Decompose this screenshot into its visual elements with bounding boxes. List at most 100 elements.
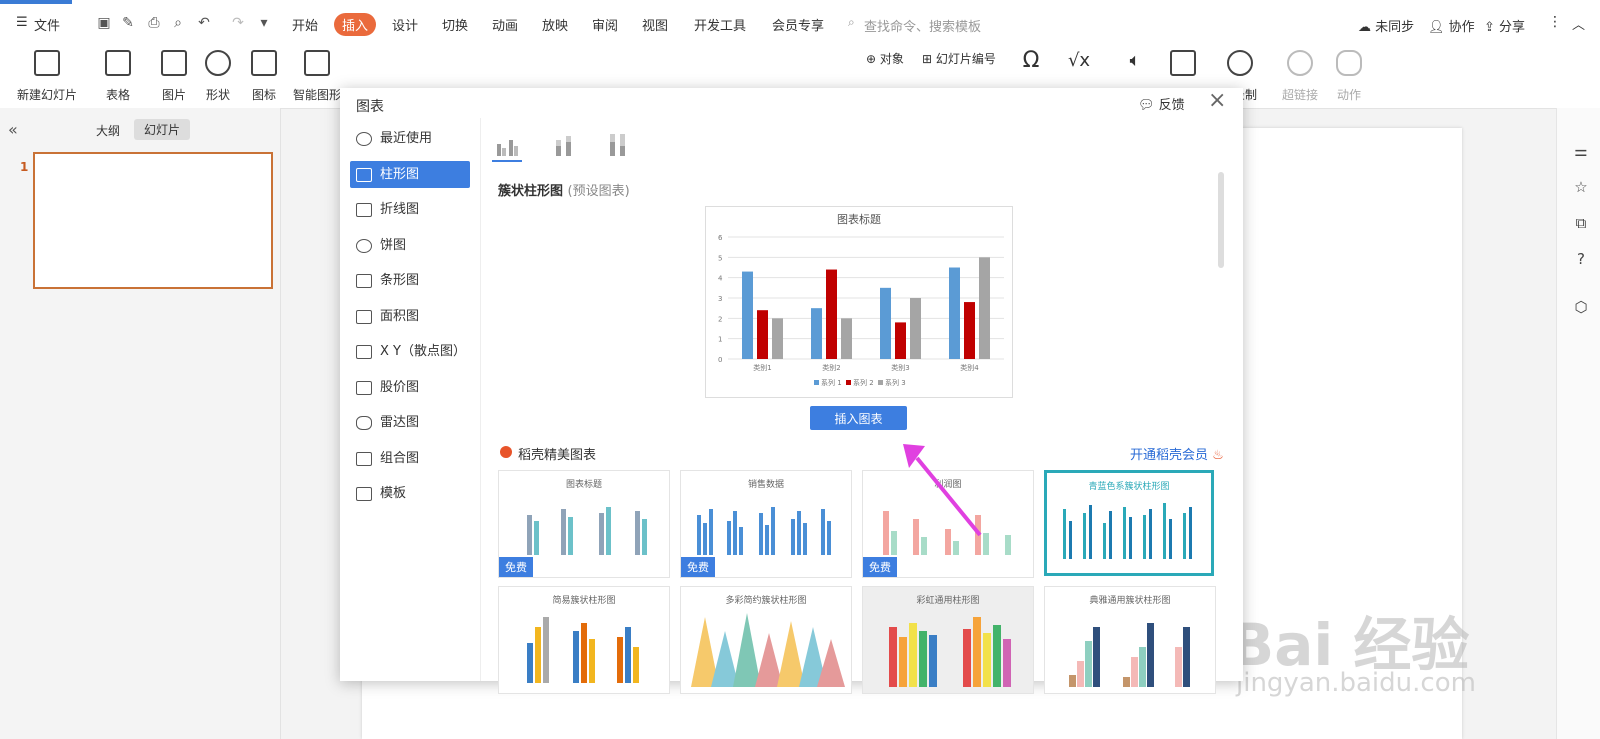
tab-design[interactable]: 设计 [392, 15, 418, 34]
slide-number-button[interactable]: ⊞ 幻灯片编号 [922, 50, 996, 67]
tab-slideshow[interactable]: 放映 [542, 15, 568, 34]
file-menu[interactable]: 文件 [34, 15, 60, 34]
help-icon[interactable]: ? [1572, 250, 1590, 268]
chart-preview: 图表标题 0 1 2 3 4 5 6 类别1 类别2 类别3 类别4 系列 1 系列 2 系列 3 [705, 206, 1013, 398]
template-card[interactable]: 彩虹通用柱形图 [862, 586, 1034, 694]
template-title: 多彩简约簇状柱形图 [725, 596, 807, 606]
print-icon[interactable]: ⎙ [146, 15, 162, 31]
mouse-icon [1336, 50, 1362, 76]
share-label: 分享 [1499, 20, 1526, 35]
new-slide-label: 新建幻灯片 [16, 88, 77, 102]
dialog-scrollbar[interactable] [1218, 172, 1224, 268]
tab-transition[interactable]: 切换 [442, 15, 468, 34]
tab-developer[interactable]: 开发工具 [694, 15, 746, 34]
tab-animation[interactable]: 动画 [492, 15, 518, 34]
x-tick-label: 类别1 [753, 363, 771, 372]
template-card[interactable]: 销售数据 免费 [680, 470, 852, 578]
redo-icon[interactable]: ↷ [230, 15, 246, 31]
symbol-button[interactable]: Ω [1016, 46, 1046, 76]
cube-icon[interactable]: ⬡ [1572, 298, 1590, 316]
legend-label: 系列 2 [853, 378, 874, 387]
nav-label: 面积图 [380, 309, 420, 324]
table-button[interactable]: 表格 [100, 46, 136, 103]
bar-1 [811, 308, 822, 359]
close-icon[interactable]: × [1208, 88, 1226, 113]
bar-3 [979, 257, 990, 359]
hamburger-icon[interactable]: ☰ [16, 15, 28, 30]
tab-member[interactable]: 会员专享 [772, 15, 824, 34]
nav-label: 模板 [380, 486, 407, 501]
settings-sliders-icon[interactable]: ⚌ [1572, 142, 1590, 160]
nav-template[interactable]: 模板 [350, 480, 470, 507]
more-icon[interactable]: ⋮ [1548, 14, 1562, 30]
action-button[interactable]: 动作 [1334, 46, 1364, 103]
preview-chart-svg: 图表标题 0 1 2 3 4 5 6 类别1 类别2 类别3 类别4 系列 1 系列 2 系列 3 [718, 212, 1004, 387]
nav-stock[interactable]: 股价图 [350, 374, 470, 401]
bar-3 [910, 298, 921, 359]
collapse-ribbon-icon[interactable]: ︿ [1572, 14, 1585, 33]
nav-column[interactable]: 柱形图 [350, 161, 470, 188]
slide-number-label: 幻灯片编号 [935, 52, 996, 66]
tab-slides[interactable]: 幻灯片 [134, 119, 191, 140]
smart-graphic-button[interactable]: 智能图形 [292, 46, 342, 103]
unsync-label: 未同步 [1375, 20, 1415, 35]
slide-number: 1 [20, 160, 29, 174]
tab-view[interactable]: 视图 [642, 15, 668, 34]
video-button[interactable] [1168, 46, 1198, 76]
feedback-button[interactable]: 💬︎ 反馈 [1138, 94, 1185, 113]
picture-button[interactable]: 图片 [156, 46, 192, 103]
template-card[interactable]: 青蓝色系簇状柱形图 [1044, 470, 1214, 576]
tab-outline[interactable]: 大纲 [96, 122, 120, 139]
save-icon[interactable]: ▣ [96, 15, 112, 31]
new-slide-button[interactable]: 新建幻灯片 [10, 46, 84, 103]
cloud-icon: ☁ [1358, 20, 1376, 35]
transition-icon[interactable]: ⧉ [1572, 214, 1590, 232]
collapse-panel-icon[interactable]: « [8, 120, 18, 139]
animation-star-icon[interactable]: ☆ [1572, 178, 1590, 196]
icon-button[interactable]: 图标 [246, 46, 282, 103]
print-preview-icon[interactable]: ⌕ [170, 15, 186, 31]
nav-radar[interactable]: 雷达图 [350, 409, 470, 436]
equation-button[interactable]: √x [1064, 46, 1094, 76]
nav-combo[interactable]: 组合图 [350, 445, 470, 472]
quick-access-dropdown-icon[interactable]: ▾ [256, 15, 272, 31]
tab-insert[interactable]: 插入 [334, 13, 377, 36]
nav-recent[interactable]: 最近使用 [350, 125, 470, 152]
audio-button[interactable]: 🔈︎ [1120, 46, 1150, 76]
x-tick-label: 类别3 [891, 363, 909, 372]
insert-chart-button[interactable]: 插入图表 [810, 406, 907, 430]
template-title: 彩虹通用柱形图 [916, 596, 980, 606]
format-painter-icon[interactable]: ✎ [120, 15, 136, 31]
tab-start[interactable]: 开始 [292, 15, 318, 34]
slide-thumbnail[interactable] [33, 152, 273, 289]
template-card[interactable]: 图表标题 免费 [498, 470, 670, 578]
template-card[interactable]: 多彩简约簇状柱形图 [680, 586, 852, 694]
nav-line[interactable]: 折线图 [350, 196, 470, 223]
undo-icon[interactable]: ↶ [196, 15, 212, 31]
user-icon: 👤︎ [1428, 20, 1449, 35]
vip-link[interactable]: 开通稻壳会员 ♨ [1130, 444, 1224, 463]
nav-area[interactable]: 面积图 [350, 303, 470, 330]
object-button[interactable]: ⊕ 对象 [866, 50, 904, 67]
right-sidebar [1556, 108, 1600, 739]
unsync-button[interactable]: ☁ 未同步 [1358, 16, 1414, 35]
search-icon: ⌕ [848, 15, 855, 29]
search-input[interactable]: 查找命令、搜索模板 [864, 16, 1034, 36]
picture-label: 图片 [161, 88, 186, 102]
subtype-stacked-column[interactable] [548, 130, 578, 160]
subtype-percent-stacked-column[interactable] [602, 130, 632, 160]
subtype-clustered-column[interactable] [492, 130, 522, 162]
speaker-icon: 🔈︎ [1129, 50, 1141, 71]
template-card[interactable]: 典雅通用簇状柱形图 [1044, 586, 1216, 694]
video-icon [1170, 50, 1196, 76]
collab-button[interactable]: 👤︎ 协作 [1428, 16, 1475, 35]
link-icon [1287, 50, 1313, 76]
template-card[interactable]: 简易簇状柱形图 [498, 586, 670, 694]
hyperlink-button[interactable]: 超链接 [1276, 46, 1324, 103]
nav-pie[interactable]: 饼图 [350, 232, 470, 259]
shape-button[interactable]: 形状 [200, 46, 236, 103]
share-button[interactable]: ⇪ 分享 [1484, 16, 1525, 35]
nav-scatter[interactable]: X Y（散点图） [350, 338, 470, 365]
nav-bar[interactable]: 条形图 [350, 267, 470, 294]
tab-review[interactable]: 审阅 [592, 15, 618, 34]
